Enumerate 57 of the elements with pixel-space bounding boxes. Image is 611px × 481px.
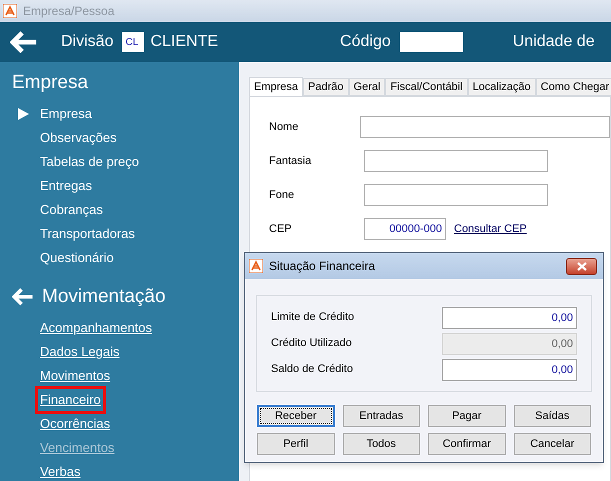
amount-field[interactable]: 0,00 xyxy=(442,358,577,380)
lookup-link[interactable]: Consultar CEP xyxy=(454,220,527,238)
tab[interactable]: Geral xyxy=(348,78,386,96)
sidebar-item[interactable]: Transportadoras xyxy=(40,224,135,244)
field-label: Crédito Utilizado xyxy=(271,336,352,352)
sidebar-item[interactable]: Tabelas de preço xyxy=(40,152,140,172)
text-field[interactable]: 00000-000 xyxy=(364,218,446,240)
section-title: Empresa xyxy=(12,70,88,95)
dialog-button[interactable]: Cancelar xyxy=(514,433,591,455)
tab[interactable]: Fiscal/Contábil xyxy=(385,78,468,96)
unit-label: Unidade de xyxy=(512,32,595,52)
field-label: Limite de Crédito xyxy=(271,310,354,326)
field-label: Fantasia xyxy=(269,154,312,169)
back-arrow-icon xyxy=(10,30,38,54)
text-field[interactable] xyxy=(364,184,548,206)
close-button[interactable] xyxy=(566,258,597,274)
sidebar-item[interactable]: Empresa xyxy=(40,104,92,124)
field-label: CEP xyxy=(269,222,293,237)
code-field[interactable] xyxy=(400,32,463,52)
app-logo-icon xyxy=(3,4,17,18)
sidebar-item[interactable]: Entregas xyxy=(40,176,92,196)
field-label: Nome xyxy=(269,120,300,135)
sidebar-link[interactable]: Movimentos xyxy=(40,366,110,386)
sidebar-link[interactable]: Acompanhamentos xyxy=(40,318,152,338)
sidebar-item[interactable]: Cobranças xyxy=(40,200,103,220)
app-logo-icon xyxy=(249,259,263,273)
tab[interactable]: Empresa xyxy=(249,77,304,96)
dialog-button[interactable]: Confirmar xyxy=(428,433,506,455)
sidebar-link[interactable]: Financeiro xyxy=(38,389,103,411)
amount-field[interactable]: 0,00 xyxy=(442,306,577,328)
field-label: Fone xyxy=(269,188,296,203)
sidebar-link[interactable]: Ocorrências xyxy=(40,414,110,434)
tab[interactable]: Localização xyxy=(468,78,536,96)
dialog-button[interactable]: Entradas xyxy=(342,405,420,427)
dialog-button[interactable]: Saídas xyxy=(514,405,591,427)
dialog-button[interactable]: Todos xyxy=(342,433,420,455)
text-field[interactable] xyxy=(364,150,548,172)
field-label: Saldo de Crédito xyxy=(271,362,353,378)
close-icon xyxy=(576,262,586,270)
sidebar-link[interactable]: Dados Legais xyxy=(40,342,120,362)
dialog-button[interactable]: Perfil xyxy=(257,433,334,455)
division-code-field[interactable]: CL xyxy=(122,32,144,52)
section-title: Movimentação xyxy=(42,284,166,309)
sidebar-item[interactable]: Questionário xyxy=(40,248,114,268)
dialog-button[interactable]: Pagar xyxy=(428,405,506,427)
dialog-title: Situação Financeira xyxy=(269,258,376,275)
text-field[interactable] xyxy=(360,116,610,138)
division-label: Divisão xyxy=(61,32,114,52)
division-name: CLIENTE xyxy=(150,32,218,52)
tab[interactable]: Como Chegar xyxy=(536,78,611,96)
tab[interactable]: Padrão xyxy=(303,78,349,96)
back-arrow-icon xyxy=(12,288,34,306)
code-label: Código xyxy=(340,32,391,52)
dialog-button[interactable]: Receber xyxy=(257,405,334,427)
sidebar-item[interactable]: Observações xyxy=(40,128,117,148)
window-title: Empresa/Pessoa xyxy=(23,3,114,20)
sidebar-link[interactable]: Verbas xyxy=(40,462,80,481)
